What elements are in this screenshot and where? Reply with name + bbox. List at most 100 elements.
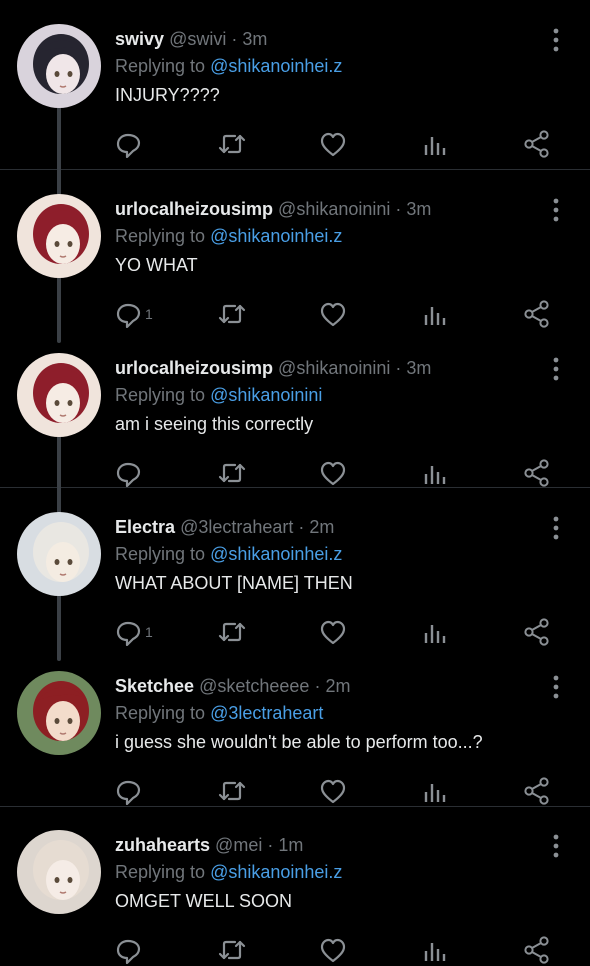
mention-link[interactable]: @shikanoinhei.z xyxy=(210,56,342,76)
like-icon xyxy=(320,938,346,963)
share-icon xyxy=(524,130,549,158)
tweet-body: zuhahearts @mei · 1m Replying to @shikano… xyxy=(115,833,555,913)
tweet-header: Sketchee @sketcheeee · 2m xyxy=(115,674,555,698)
like-button[interactable] xyxy=(320,934,346,966)
tweet-body: swivy @swivi · 3m Replying to @shikanoinh… xyxy=(115,27,555,107)
retweet-button[interactable] xyxy=(217,128,247,160)
replying-label: Replying to xyxy=(115,703,206,723)
reply-button[interactable]: 1 xyxy=(115,616,153,648)
like-icon xyxy=(320,132,346,157)
username[interactable]: @sketcheeee xyxy=(199,676,309,696)
more-options-button[interactable] xyxy=(546,28,566,52)
like-button[interactable] xyxy=(320,775,346,807)
username[interactable]: @3lectraheart xyxy=(180,517,293,537)
avatar[interactable] xyxy=(17,671,101,755)
avatar[interactable] xyxy=(17,194,101,278)
username[interactable]: @shikanoinini xyxy=(278,199,390,219)
tweet[interactable]: Electra @3lectraheart · 2m Replying to @s… xyxy=(0,488,590,647)
avatar[interactable] xyxy=(17,353,101,437)
mention-link[interactable]: @shikanoinhei.z xyxy=(210,226,342,246)
retweet-icon xyxy=(218,463,246,483)
replying-to: Replying to @shikanoinhei.z xyxy=(115,54,555,78)
views-button[interactable] xyxy=(423,775,447,807)
avatar-image xyxy=(17,24,101,108)
more-icon xyxy=(553,834,559,858)
mention-link[interactable]: @shikanoinhei.z xyxy=(210,862,342,882)
views-button[interactable] xyxy=(423,457,447,489)
reply-button[interactable] xyxy=(115,128,145,160)
more-options-button[interactable] xyxy=(546,516,566,540)
tweet-text: i guess she wouldn't be able to perform … xyxy=(115,732,483,752)
display-name[interactable]: Electra xyxy=(115,517,175,537)
avatar[interactable] xyxy=(17,24,101,108)
more-options-button[interactable] xyxy=(546,834,566,858)
tweet[interactable]: swivy @swivi · 3m Replying to @shikanoinh… xyxy=(0,0,590,159)
retweet-button[interactable] xyxy=(217,775,247,807)
avatar[interactable] xyxy=(17,512,101,596)
timestamp[interactable]: 2m xyxy=(325,676,350,696)
username[interactable]: @shikanoinini xyxy=(278,358,390,378)
share-button[interactable] xyxy=(524,775,549,807)
views-icon xyxy=(424,784,446,802)
retweet-button[interactable] xyxy=(217,298,247,330)
views-button[interactable] xyxy=(423,616,447,648)
reply-count: 1 xyxy=(145,624,153,640)
like-button[interactable] xyxy=(320,616,346,648)
username[interactable]: @swivi xyxy=(169,29,226,49)
reply-button[interactable] xyxy=(115,934,145,966)
display-name[interactable]: Sketchee xyxy=(115,676,194,696)
mention-link[interactable]: @shikanoinhei.z xyxy=(210,544,342,564)
reply-button[interactable] xyxy=(115,457,145,489)
retweet-button[interactable] xyxy=(217,616,247,648)
reply-button[interactable]: 1 xyxy=(115,298,153,330)
tweet-text: OMGET WELL SOON xyxy=(115,891,293,911)
more-options-button[interactable] xyxy=(546,198,566,222)
timestamp[interactable]: 1m xyxy=(278,835,303,855)
views-icon xyxy=(424,307,446,325)
share-button[interactable] xyxy=(524,128,549,160)
mention-link[interactable]: @3lectraheart xyxy=(210,703,323,723)
views-button[interactable] xyxy=(423,934,447,966)
retweet-button[interactable] xyxy=(217,934,247,966)
tweet[interactable]: urlocalheizousimp @shikanoinini · 3m Repl… xyxy=(0,329,590,488)
like-icon xyxy=(320,620,346,645)
views-button[interactable] xyxy=(423,298,447,330)
reply-icon xyxy=(116,621,141,646)
share-button[interactable] xyxy=(524,616,549,648)
retweet-button[interactable] xyxy=(217,457,247,489)
separator-dot: · xyxy=(314,676,321,696)
display-name[interactable]: urlocalheizousimp xyxy=(115,358,273,378)
tweet-body: urlocalheizousimp @shikanoinini · 3m Repl… xyxy=(115,197,555,277)
tweet-header: Electra @3lectraheart · 2m xyxy=(115,515,555,539)
reply-button[interactable] xyxy=(115,775,145,807)
action-bar: 1 xyxy=(115,616,575,648)
timestamp[interactable]: 3m xyxy=(242,29,267,49)
share-button[interactable] xyxy=(524,934,549,966)
timestamp[interactable]: 2m xyxy=(309,517,334,537)
retweet-icon xyxy=(218,622,246,642)
tweet[interactable]: zuhahearts @mei · 1m Replying to @shikano… xyxy=(0,806,590,965)
share-button[interactable] xyxy=(524,457,549,489)
timestamp[interactable]: 3m xyxy=(406,199,431,219)
replying-label: Replying to xyxy=(115,544,206,564)
mention-link[interactable]: @shikanoinini xyxy=(210,385,322,405)
more-options-button[interactable] xyxy=(546,675,566,699)
display-name[interactable]: urlocalheizousimp xyxy=(115,199,273,219)
more-options-button[interactable] xyxy=(546,357,566,381)
retweet-icon xyxy=(218,940,246,960)
display-name[interactable]: zuhahearts xyxy=(115,835,210,855)
timestamp[interactable]: 3m xyxy=(406,358,431,378)
like-button[interactable] xyxy=(320,457,346,489)
share-button[interactable] xyxy=(524,298,549,330)
username[interactable]: @mei xyxy=(215,835,262,855)
avatar[interactable] xyxy=(17,830,101,914)
avatar-image xyxy=(17,353,101,437)
tweet[interactable]: Sketchee @sketcheeee · 2m Replying to @3l… xyxy=(0,647,590,806)
tweet-header: urlocalheizousimp @shikanoinini · 3m xyxy=(115,356,555,380)
display-name[interactable]: swivy xyxy=(115,29,164,49)
more-icon xyxy=(553,357,559,381)
views-button[interactable] xyxy=(423,128,447,160)
tweet[interactable]: urlocalheizousimp @shikanoinini · 3m Repl… xyxy=(0,170,590,329)
like-button[interactable] xyxy=(320,128,346,160)
like-button[interactable] xyxy=(320,298,346,330)
